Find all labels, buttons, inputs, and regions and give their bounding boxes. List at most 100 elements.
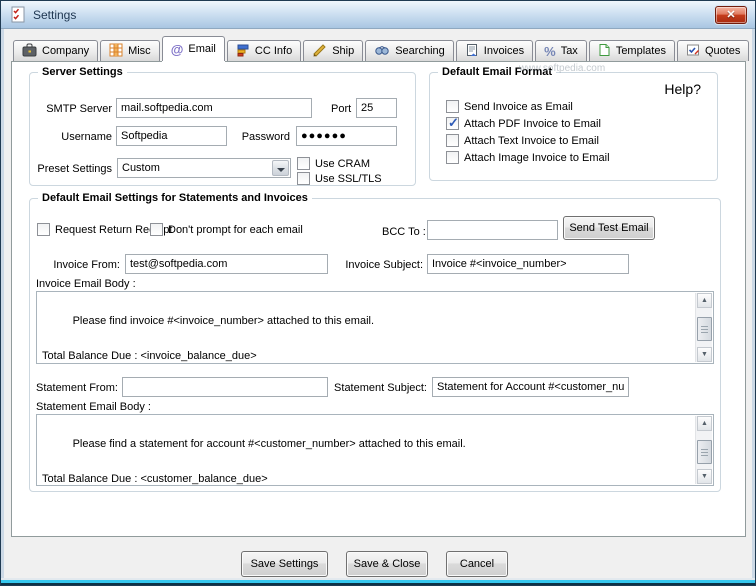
send-invoice-as-email-row: Send Invoice as Email <box>446 100 573 113</box>
percent-icon: % <box>544 43 556 59</box>
tab-label: Quotes <box>704 45 741 57</box>
document-icon <box>598 43 611 60</box>
scrollbar[interactable] <box>695 416 712 484</box>
password-label: Password <box>241 131 290 143</box>
save-settings-button[interactable]: Save Settings <box>241 551 328 577</box>
scrollbar-thumb[interactable] <box>697 317 712 341</box>
window-bottom-frame <box>1 578 755 585</box>
pencil-check-icon <box>686 43 700 60</box>
dont-prompt-row: Don't prompt for each email <box>150 223 303 236</box>
scrollbar-thumb[interactable] <box>697 440 712 464</box>
send-invoice-as-email-checkbox[interactable] <box>446 100 459 113</box>
preset-settings-label: Preset Settings <box>37 163 112 175</box>
tab-templates[interactable]: Templates <box>588 40 675 61</box>
scroll-down-icon[interactable] <box>697 347 712 362</box>
scroll-up-icon[interactable] <box>697 293 712 308</box>
group-title: Default Email Format <box>438 66 557 78</box>
chevron-down-icon <box>277 168 285 172</box>
invoice-email-body-text: Please find invoice #<invoice_number> at… <box>42 314 375 362</box>
save-and-close-button[interactable]: Save & Close <box>346 551 428 577</box>
dont-prompt-checkbox[interactable] <box>150 223 163 236</box>
window-title: Settings <box>33 8 77 22</box>
tab-label: Email <box>188 43 216 55</box>
username-label: Username <box>61 131 112 143</box>
tab-label: CC Info <box>254 45 293 57</box>
grid-icon <box>109 43 123 60</box>
statement-subject-input[interactable] <box>432 377 629 397</box>
password-input[interactable] <box>296 126 397 146</box>
dropdown-button[interactable] <box>272 160 289 176</box>
use-cram-row: Use CRAM <box>297 157 370 170</box>
invoice-from-label: Invoice From: <box>53 259 120 271</box>
close-icon: ✕ <box>726 9 736 21</box>
ship-icon <box>312 43 327 60</box>
option-label: Send Invoice as Email <box>464 100 573 113</box>
invoice-subject-label: Invoice Subject: <box>345 259 423 271</box>
server-settings-group: Server Settings SMTP Server Port Usernam… <box>29 66 416 186</box>
port-label: Port <box>331 103 352 115</box>
credit-card-icon <box>236 43 250 60</box>
scrollbar[interactable] <box>695 293 712 362</box>
tab-tax[interactable]: % Tax <box>535 40 587 61</box>
tab-invoices[interactable]: Invoices <box>455 40 534 61</box>
attach-image-checkbox[interactable] <box>446 151 459 164</box>
request-return-receipt-checkbox[interactable] <box>37 223 50 236</box>
tab-label: Ship <box>332 45 355 57</box>
titlebar[interactable]: Settings ✕ <box>1 1 755 29</box>
dont-prompt-label: Don't prompt for each email <box>168 223 303 236</box>
tab-label: Searching <box>395 45 445 57</box>
tab-misc[interactable]: Misc <box>100 40 160 61</box>
statement-email-body-text: Please find a statement for account #<cu… <box>42 437 466 485</box>
settings-checklist-icon <box>10 6 26 23</box>
invoice-email-body-textarea[interactable]: Please find invoice #<invoice_number> at… <box>36 291 714 364</box>
statement-email-body-label: Statement Email Body : <box>36 401 151 413</box>
smtp-server-input[interactable] <box>116 98 312 118</box>
default-email-settings-group: Default Email Settings for Statements an… <box>29 192 721 492</box>
port-input[interactable] <box>356 98 397 118</box>
attach-pdf-row: Attach PDF Invoice to Email <box>446 115 601 131</box>
help-link[interactable]: Help? <box>664 81 701 97</box>
statement-from-input[interactable] <box>122 377 328 397</box>
use-ssl-row: Use SSL/TLS <box>297 172 382 185</box>
settings-window: Settings ✕ www.softpedia.com Company Mis… <box>0 0 756 586</box>
tab-searching[interactable]: Searching <box>365 40 454 61</box>
tab-cc-info[interactable]: CC Info <box>226 40 302 61</box>
dropdown-selected-value: Custom <box>122 162 160 174</box>
option-label: Attach Text Invoice to Email <box>464 134 599 147</box>
bcc-to-input[interactable] <box>427 220 558 240</box>
group-title: Default Email Settings for Statements an… <box>38 192 312 204</box>
invoice-from-input[interactable] <box>125 254 328 274</box>
invoice-subject-input[interactable] <box>427 254 629 274</box>
statement-subject-label: Statement Subject: <box>334 382 427 394</box>
scroll-up-icon[interactable] <box>697 416 712 431</box>
statement-from-label: Statement From: <box>36 382 118 394</box>
briefcase-icon <box>22 43 37 60</box>
default-email-format-group: Default Email Format Help? Send Invoice … <box>429 66 718 181</box>
attach-text-checkbox[interactable] <box>446 134 459 147</box>
use-ssl-checkbox[interactable] <box>297 172 310 185</box>
statement-email-body-textarea[interactable]: Please find a statement for account #<cu… <box>36 414 714 486</box>
tab-strip: Company Misc @ Email CC Info Ship Search… <box>13 36 751 61</box>
use-cram-checkbox[interactable] <box>297 157 310 170</box>
use-cram-label: Use CRAM <box>315 157 371 170</box>
tab-quotes[interactable]: Quotes <box>676 40 750 61</box>
tab-email[interactable]: @ Email <box>161 36 225 61</box>
tab-company[interactable]: Company <box>13 40 99 61</box>
username-input[interactable] <box>116 126 227 146</box>
attach-pdf-checkbox[interactable] <box>446 115 459 131</box>
smtp-server-label: SMTP Server <box>46 103 112 115</box>
close-button[interactable]: ✕ <box>715 6 747 24</box>
tab-label: Invoices <box>483 45 525 57</box>
invoice-icon <box>465 43 479 60</box>
tab-label: Misc <box>128 45 151 57</box>
tab-label: Tax <box>560 45 578 57</box>
attach-text-row: Attach Text Invoice to Email <box>446 134 599 147</box>
dialog-client-area: www.softpedia.com Company Misc @ Email C… <box>4 29 752 578</box>
bcc-to-label: BCC To : <box>382 226 426 238</box>
preset-settings-dropdown[interactable]: Custom <box>117 158 291 178</box>
attach-image-row: Attach Image Invoice to Email <box>446 151 610 164</box>
cancel-button[interactable]: Cancel <box>446 551 508 577</box>
send-test-email-button[interactable]: Send Test Email <box>563 216 655 240</box>
tab-ship[interactable]: Ship <box>303 40 364 61</box>
scroll-down-icon[interactable] <box>697 469 712 484</box>
